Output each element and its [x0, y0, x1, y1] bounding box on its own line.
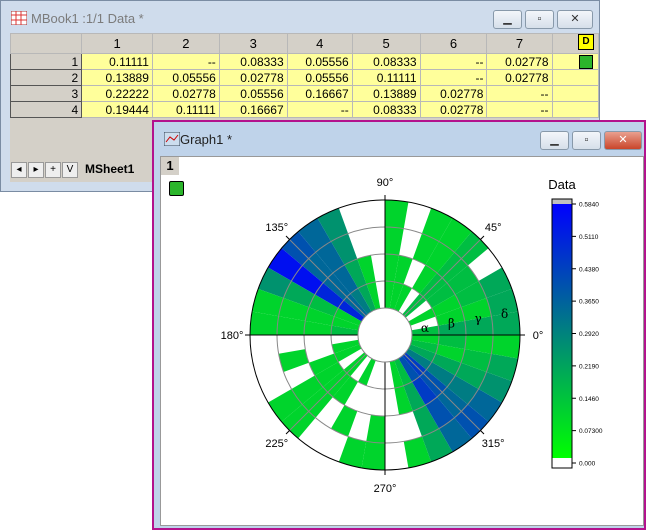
cell[interactable]: -- [419, 53, 488, 70]
minimize-button[interactable]: ▁ [540, 131, 569, 150]
row-header[interactable]: 4 [9, 101, 83, 118]
cell[interactable]: 0.05556 [286, 69, 353, 86]
cell[interactable]: 0.05556 [218, 85, 288, 102]
angle-label: 0° [533, 330, 544, 342]
tab-next-button[interactable]: ▸ [28, 162, 44, 178]
colorbar-tick-label: 0.07300 [579, 428, 603, 435]
colorbar-tick-label: 0.5110 [579, 234, 599, 241]
ring-label: γ [474, 312, 481, 326]
colorbar-tick-label: 0.3650 [579, 299, 599, 306]
angle-tick [285, 235, 290, 240]
graph-title: Graph1 * [180, 132, 233, 147]
cell[interactable]: 0.02778 [151, 85, 220, 102]
cell[interactable]: 0.02778 [419, 85, 488, 102]
cell[interactable]: 0.13889 [351, 85, 421, 102]
ring-label: δ [501, 307, 508, 321]
colorbar-tick-label: 0.4380 [579, 266, 599, 273]
polar-heatmap: 0° 45° 90° 135° 180° 225° 270° 315° α β γ δ Data 0.00… [221, 177, 603, 495]
sheet-tabs: ◂ ▸ + V MSheet1 [11, 162, 134, 178]
maximize-button[interactable]: ▫ [572, 131, 601, 150]
colorbar-gradient [552, 204, 572, 458]
column-header[interactable]: 4 [286, 33, 353, 54]
angle-label: 270° [374, 483, 397, 495]
column-header[interactable]: 1 [81, 33, 153, 54]
colorbar-over-swatch [552, 199, 572, 204]
cell[interactable]: 0.11111 [351, 69, 421, 86]
cell[interactable]: -- [486, 101, 553, 118]
maximize-button[interactable]: ▫ [525, 10, 554, 29]
row-header[interactable]: 1 [9, 53, 83, 70]
cell[interactable]: 0.11111 [151, 101, 220, 118]
cell[interactable]: 0.22222 [81, 85, 153, 102]
cell[interactable]: 0.05556 [151, 69, 220, 86]
data-connector-icon[interactable]: D [578, 34, 594, 50]
cell[interactable]: -- [151, 53, 220, 70]
cell[interactable]: 0.16667 [218, 101, 288, 118]
angle-label: 315° [482, 438, 505, 450]
sheet-list-button[interactable]: V [62, 162, 78, 178]
angle-label: 90° [377, 177, 394, 189]
colorbar-tick-label: 0.1460 [579, 396, 599, 403]
ring-label: β [448, 316, 455, 330]
angle-tick [480, 430, 485, 435]
cell[interactable]: -- [419, 69, 488, 86]
inner-hole [357, 307, 413, 363]
colorbar-tick-label: 0.5840 [579, 202, 599, 209]
table-row: 4 0.19444 0.11111 0.16667 -- 0.08333 0.02778 -- [9, 101, 599, 118]
cell[interactable]: 0.08333 [351, 101, 421, 118]
angle-label: 45° [485, 222, 502, 234]
angle-tick [285, 430, 290, 435]
angle-label: 225° [265, 438, 288, 450]
close-button[interactable]: ✕ [557, 10, 593, 29]
cell-empty[interactable] [551, 101, 599, 118]
corner-cell[interactable] [9, 33, 83, 54]
add-sheet-button[interactable]: + [45, 162, 61, 178]
column-header[interactable]: 3 [218, 33, 288, 54]
angle-label: 180° [221, 330, 244, 342]
cell[interactable]: 0.02778 [419, 101, 488, 118]
minimize-button[interactable]: ▁ [493, 10, 522, 29]
workbook-icon [11, 11, 27, 25]
cell-empty[interactable] [551, 69, 599, 86]
tab-prev-button[interactable]: ◂ [11, 162, 27, 178]
graph-canvas: 1 0° 45° 90° 135° 180° 225° 270° 315° α β γ δ Data 0.… [160, 156, 644, 526]
colorbar-title: Data [548, 177, 576, 192]
lock-icon[interactable] [579, 55, 593, 69]
close-button[interactable]: ✕ [604, 131, 642, 150]
workbook-title: MBook1 :1/1 Data * [31, 11, 144, 26]
cell[interactable]: 0.02778 [486, 53, 553, 70]
table-row: 2 0.13889 0.05556 0.02778 0.05556 0.11111 -- 0.… [9, 69, 599, 86]
cell[interactable]: 0.19444 [81, 101, 153, 118]
cell[interactable]: 0.02778 [218, 69, 288, 86]
colorbar-tick-label: 0.2920 [579, 331, 599, 338]
worksheet-grid: 1234567 1 0.11111 -- 0.08333 0.05556 0.08333-… [9, 33, 599, 118]
cell[interactable]: 0.08333 [351, 53, 421, 70]
column-header[interactable]: 7 [486, 33, 553, 54]
table-row: 1 0.11111 -- 0.08333 0.05556 0.08333 -- 0.02778 [9, 53, 599, 70]
colorbar-tick-label: 0.000 [579, 461, 596, 468]
table-row: 3 0.22222 0.02778 0.05556 0.16667 0.13889 0.02… [9, 85, 599, 102]
column-header[interactable]: 2 [151, 33, 220, 54]
cell[interactable]: 0.13889 [81, 69, 153, 86]
cell[interactable]: 0.02778 [486, 69, 553, 86]
row-header[interactable]: 2 [9, 69, 83, 86]
column-header[interactable]: 6 [419, 33, 488, 54]
cell[interactable]: 0.16667 [286, 85, 353, 102]
angle-tick [480, 235, 485, 240]
tab-msheet1[interactable]: MSheet1 [85, 162, 134, 178]
cell[interactable]: 0.11111 [81, 53, 153, 70]
angle-label: 135° [265, 222, 288, 234]
cell[interactable]: -- [486, 85, 553, 102]
row-header[interactable]: 3 [9, 85, 83, 102]
cell[interactable]: 0.08333 [218, 53, 288, 70]
cell[interactable]: 0.05556 [286, 53, 353, 70]
graph-window: Graph1 * ▁ ▫ ✕ 1 0° 45° 90° 135° 180° 225° 270… [152, 120, 646, 530]
cell[interactable]: -- [286, 101, 353, 118]
ring-label: α [421, 321, 429, 335]
cell-empty[interactable] [551, 85, 599, 102]
column-header[interactable]: 5 [351, 33, 421, 54]
graph-icon [164, 132, 180, 146]
colorbar-tick-label: 0.2190 [579, 363, 599, 370]
